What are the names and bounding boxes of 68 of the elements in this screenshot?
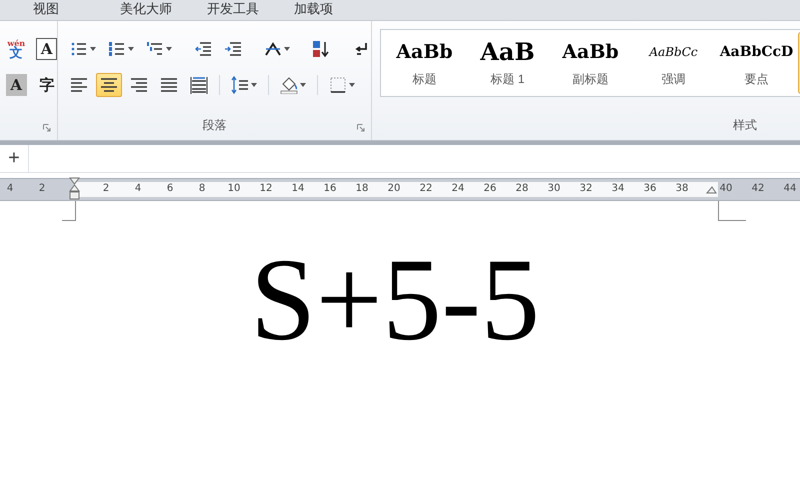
menu-tab[interactable]: 美化大师 (120, 2, 207, 18)
ruler-number: 36 (642, 182, 658, 196)
multilevel-list-icon (146, 40, 164, 58)
menu-tab[interactable]: 加载项 (294, 2, 381, 18)
paint-bucket-icon (280, 76, 298, 94)
font-tool-button[interactable]: A (36, 38, 57, 60)
numbered-list-icon (108, 40, 126, 58)
font-tool-button[interactable]: wén 文 (6, 38, 26, 60)
ruler-number: 24 (450, 182, 466, 196)
bullet-list-icon (70, 40, 88, 58)
ruler-number: 18 (354, 182, 370, 196)
ruler-number: 40 (718, 182, 734, 196)
dialog-launcher-icon[interactable] (357, 124, 365, 132)
ruler-number: 4 (134, 182, 142, 196)
ruler-number: 42 (750, 182, 766, 196)
ruler-number: 22 (418, 182, 434, 196)
dialog-launcher-icon[interactable] (43, 124, 51, 132)
ruler-number: 30 (546, 182, 562, 196)
ruler-number: 4 (6, 182, 14, 196)
ruler-number: 12 (258, 182, 274, 196)
caret-icon (166, 47, 172, 51)
align-right-icon (130, 76, 148, 94)
caret-icon (90, 47, 96, 51)
decrease-indent-icon (194, 40, 212, 58)
ruler-number: 26 (482, 182, 498, 196)
menu-tab[interactable]: 开发工具 (207, 2, 294, 18)
style-item[interactable]: AaB 标题 1 (466, 30, 549, 96)
group-label: 段落 (202, 117, 226, 134)
ruler-number: 8 (198, 182, 206, 196)
distribute-icon (190, 76, 208, 94)
style-item[interactable]: AaBbCc 强调 (632, 30, 715, 96)
ruler-number: 6 (166, 182, 174, 196)
ruler-number: 32 (578, 182, 594, 196)
align-left-icon (70, 76, 88, 94)
asian-layout-icon (264, 40, 282, 58)
caret-icon (284, 47, 290, 51)
style-item[interactable]: AaBb 标题 (383, 30, 466, 96)
margin-corner-icon (62, 201, 76, 221)
style-item[interactable]: AaBb 副标题 (549, 30, 632, 96)
sort-icon (312, 40, 330, 58)
ruler-number: 28 (514, 182, 530, 196)
line-spacing-icon (231, 76, 249, 94)
caret-icon (300, 83, 306, 87)
align-center-button[interactable] (96, 73, 122, 97)
indent-marker-icon[interactable] (69, 177, 80, 201)
caret-icon (251, 83, 257, 87)
style-item[interactable]: AaBbCcD 要点 (715, 30, 798, 96)
font-tool-button[interactable]: 字 (36, 74, 57, 96)
ruler-number: 34 (610, 182, 626, 196)
ruler-number: 14 (290, 182, 306, 196)
borders-icon (329, 76, 347, 94)
ruler-number: 2 (102, 182, 110, 196)
document-text: S+5-5 (250, 241, 540, 367)
caret-icon (128, 47, 134, 51)
ruler-number: 38 (674, 182, 690, 196)
increase-indent-icon (224, 40, 242, 58)
ruler-number: 10 (226, 182, 242, 196)
ruler-number: 20 (386, 182, 402, 196)
align-center-icon (100, 76, 118, 94)
ruler-number: 2 (38, 182, 46, 196)
font-tool-button[interactable]: A (6, 74, 26, 96)
caret-icon (349, 83, 355, 87)
margin-corner-icon (718, 201, 746, 221)
ruler-number: 44 (782, 182, 798, 196)
justify-icon (160, 76, 178, 94)
menu-tab[interactable]: 视图 (33, 2, 120, 18)
ruler-number: 16 (322, 182, 338, 196)
group-label: 样式 (733, 117, 757, 134)
